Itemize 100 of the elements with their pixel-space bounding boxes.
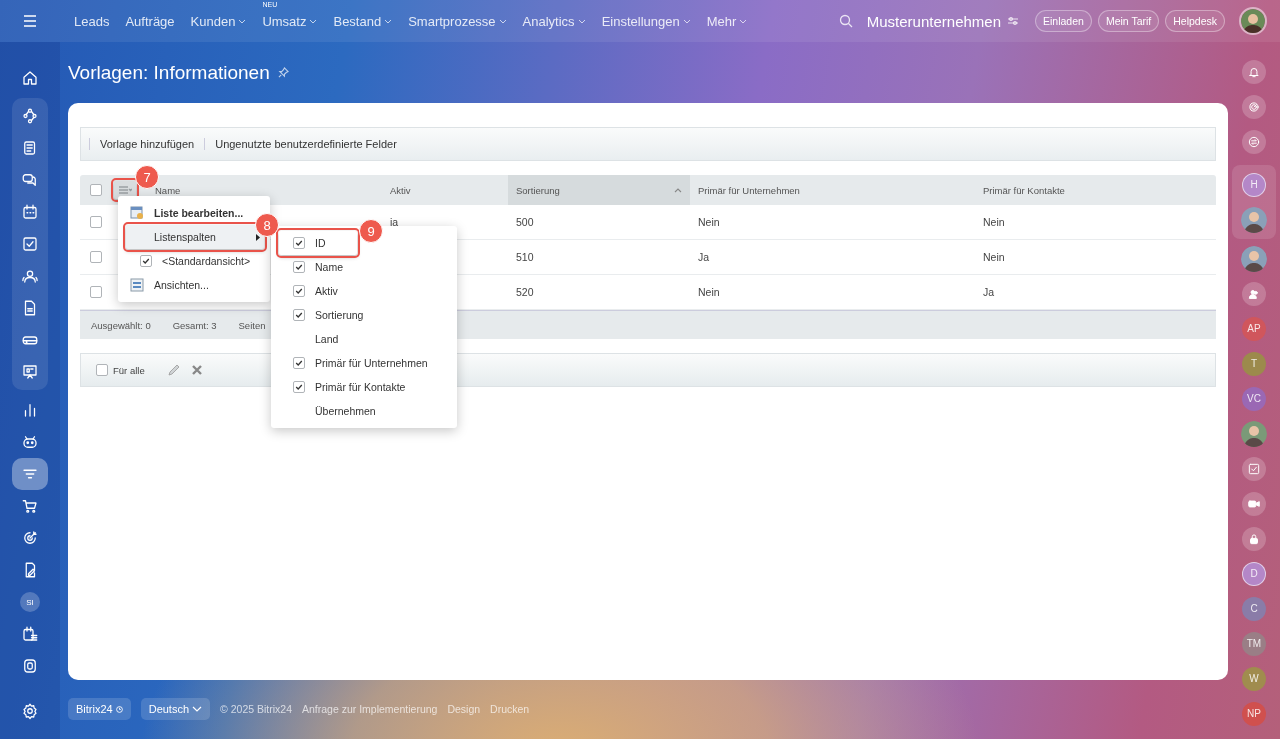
nav-item[interactable]: Einstellungen [593,13,699,29]
checkbox[interactable] [293,381,305,393]
language-dropdown[interactable]: Deutsch [140,698,211,720]
robot-icon[interactable] [21,433,39,451]
avatar-initials[interactable]: D [1242,561,1266,586]
toolbar-button[interactable]: Ungenutzte benutzerdefinierte Felder [204,138,407,150]
cart-icon[interactable] [21,497,39,515]
checkbox[interactable] [293,237,305,249]
checkbox[interactable] [293,309,305,321]
nodes-icon[interactable] [21,107,39,125]
row-checkbox[interactable] [90,251,102,263]
clock-icon [115,705,123,713]
nav-item[interactable]: Analytics [514,13,594,29]
brand-button[interactable]: Bitrix24 [68,698,131,720]
table-cell-text: Ja [697,251,711,263]
calendar-icon[interactable] [21,203,39,221]
calendar-list-icon[interactable] [21,625,39,643]
swap-chat-icon[interactable] [1247,134,1261,149]
avatar-initials[interactable]: TM [1242,631,1266,656]
avatar-initials[interactable]: AP [1242,316,1266,341]
presentation-icon[interactable] [21,363,39,381]
chevron-down-icon [309,17,318,25]
step-badge: 9 [359,219,383,243]
header-button[interactable]: Helpdesk [1165,10,1225,32]
menu-item[interactable]: Aktiv [271,279,350,303]
list-icon [118,185,132,195]
list-stat: Ausgewählt: 0 [91,319,151,331]
toolbar-button[interactable]: Vorlage hinzufügen [89,138,205,150]
sliders-icon[interactable] [1007,16,1019,26]
user-avatar[interactable] [1239,7,1267,35]
checkbox[interactable] [140,255,152,267]
checkbox[interactable] [293,285,305,297]
column-header[interactable]: Primär für Unternehmen [690,175,975,205]
table-cell-text: Nein [697,286,721,298]
checkbox[interactable] [96,364,108,376]
avatar-initials[interactable]: NP [1242,701,1266,726]
menu-item[interactable]: Listenspalten [126,225,264,249]
row-checkbox[interactable] [90,216,102,228]
table-cell-text: 510 [515,251,535,263]
nav-item[interactable]: Bestand [325,13,401,29]
avatar-initials[interactable]: SI [20,592,40,612]
row-checkbox[interactable] [90,286,102,298]
menu-item[interactable]: Ansichten... [118,273,213,297]
step-badge: 7 [135,165,159,189]
list-settings-icon [130,206,144,220]
column-header[interactable]: Sortierung [508,175,690,205]
nav-item[interactable]: Kunden [182,13,255,29]
menu-item[interactable]: Übernehmen [271,399,388,423]
menu-item[interactable]: Land [271,327,351,351]
menu-item[interactable]: ID [279,231,357,255]
avatar-initials[interactable]: VC [1242,386,1266,411]
settings-icon[interactable] [21,702,39,720]
dial-icon[interactable] [1247,99,1261,114]
checkbox-icon[interactable] [21,235,39,253]
menu-item[interactable]: Primär für Unternehmen [271,351,440,375]
chevron-down-icon [739,17,748,25]
avatar-initials[interactable]: H [1242,172,1266,197]
table-cell-text: Nein [982,216,1006,228]
chevron-down-icon [384,17,393,25]
menu-item[interactable]: Name [271,255,355,279]
chevron-down-icon [682,17,691,25]
table-cell-text: 500 [515,216,535,228]
column-header[interactable]: Primär für Kontakte [975,175,1216,205]
table-cell-text: Nein [697,216,721,228]
nav-item[interactable]: Mehr [698,13,756,29]
header-button[interactable]: Einladen [1035,10,1092,32]
copyright-text: © 2025 Bitrix24 [220,703,292,715]
nav-item[interactable]: Aufträge [117,13,183,29]
avatar[interactable] [1241,420,1267,447]
avatar-initials[interactable]: W [1242,666,1266,691]
checkbox[interactable] [293,261,305,273]
submenu-arrow-icon [256,233,260,241]
sidebar-button[interactable] [12,458,48,490]
avatar-initials[interactable]: T [1242,351,1266,376]
shield-icon[interactable] [21,657,39,675]
menu-item[interactable]: Primär für Kontakte [271,375,418,399]
footer-link[interactable]: Anfrage zur Implementierung [302,703,438,715]
lock-icon[interactable] [1247,531,1261,546]
avatar[interactable] [1241,206,1267,233]
search-icon[interactable] [838,14,853,28]
select-all-checkbox[interactable] [90,184,102,196]
menu-item[interactable]: Sortierung [271,303,376,327]
target-icon[interactable] [21,529,39,547]
home-icon[interactable] [21,69,39,87]
delete-icon[interactable] [190,364,203,376]
avatar-initials[interactable]: C [1242,596,1266,621]
checkbox[interactable] [293,357,305,369]
nav-item[interactable]: Smartprozesse [400,13,515,29]
chat-icon[interactable] [21,171,39,189]
checkbox-icon[interactable] [1247,461,1261,476]
column-header[interactable]: Aktiv [382,175,508,205]
table-cell-text: 520 [515,286,535,298]
menu-icon[interactable] [23,15,37,27]
nav-item[interactable]: Leads [66,13,118,29]
checkbox-label: Für alle [113,364,145,376]
company-name[interactable]: Musterunternehmen [866,12,1001,30]
avatar[interactable] [1241,245,1267,272]
menu-item[interactable]: <Standardansicht> [118,249,255,273]
header-button[interactable]: Mein Tarif [1097,10,1160,32]
pin-icon[interactable] [277,67,289,78]
